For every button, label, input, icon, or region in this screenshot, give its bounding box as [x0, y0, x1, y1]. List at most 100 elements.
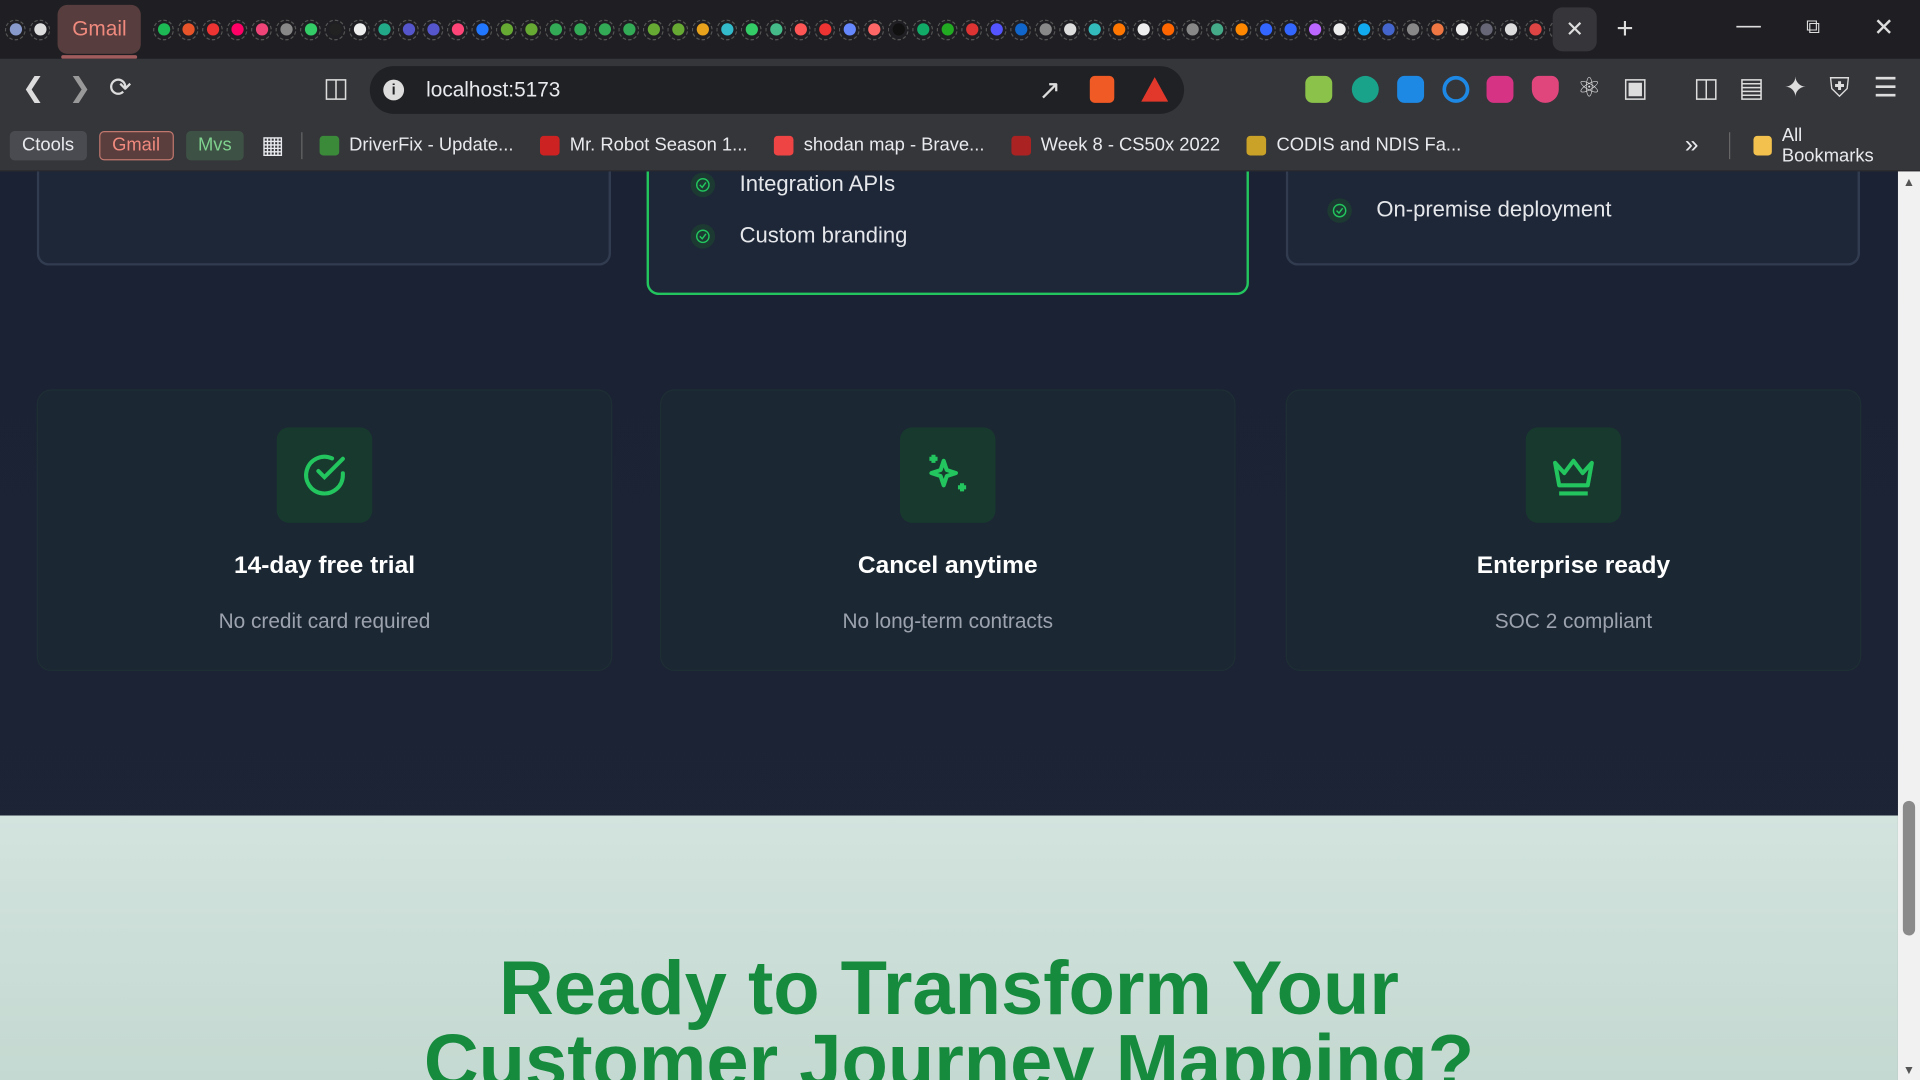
pinned-tab-icon[interactable] [1231, 18, 1252, 40]
pinned-tab-icon[interactable] [545, 18, 567, 40]
extensions-puzzle-icon[interactable]: ⚛ [1577, 73, 1601, 102]
pinned-tab-icon[interactable] [986, 18, 1008, 40]
bookmark-chip[interactable]: Mvs [185, 130, 244, 160]
pinned-tab-icon[interactable] [1035, 18, 1057, 40]
pinned-tab-icon[interactable] [1402, 18, 1424, 40]
restore-button[interactable]: ⧉ [1806, 17, 1820, 39]
pinned-tab-icon[interactable] [716, 18, 738, 40]
extension-chart-icon[interactable] [1305, 75, 1333, 103]
bookmark-item[interactable]: Week 8 - CS50x 2022 [1011, 135, 1220, 156]
pinned-tab-icon[interactable] [937, 18, 959, 40]
window-close-button[interactable]: ✕ [1873, 12, 1894, 43]
pinned-tab-icon[interactable] [961, 18, 983, 40]
url-text[interactable]: localhost:5173 [426, 78, 560, 102]
pinned-tab-icon[interactable] [276, 18, 297, 40]
tab-gmail[interactable]: Gmail [57, 4, 142, 59]
pinned-tab-icon[interactable] [153, 18, 175, 40]
pinned-tab-icon[interactable] [594, 18, 616, 40]
pinned-tab-icon[interactable] [202, 18, 224, 40]
extension-c-icon[interactable] [1442, 75, 1470, 103]
apps-grid-icon[interactable]: ▦ [261, 130, 284, 161]
bookmark-icon[interactable]: ◫ [323, 73, 348, 102]
pinned-tab-icon[interactable] [814, 18, 836, 40]
scrollbar[interactable]: ▲ ▼ [1897, 171, 1920, 1080]
extension-up-icon[interactable] [1351, 75, 1379, 103]
pinned-tab-icon[interactable] [839, 18, 861, 40]
pinned-tab-icon[interactable] [1182, 18, 1203, 40]
pinned-tab-icon[interactable] [324, 18, 346, 40]
pinned-tab-icon[interactable] [1304, 18, 1326, 40]
more-bookmarks-button[interactable]: » [1685, 131, 1699, 159]
bookmark-chip[interactable]: Ctools [9, 130, 87, 160]
pinned-tab-icon[interactable] [373, 18, 395, 40]
scroll-up-icon[interactable]: ▲ [1903, 176, 1915, 189]
menu-icon[interactable]: ☰ [1873, 73, 1897, 102]
pinned-tab-icon[interactable] [251, 18, 273, 40]
pinned-tab-icon[interactable] [1524, 18, 1546, 40]
scrollbar-thumb[interactable] [1902, 800, 1916, 936]
pinned-tab-icon[interactable] [643, 18, 665, 40]
pinned-tab-icon[interactable] [790, 18, 812, 40]
pinned-tab-icon[interactable] [1329, 18, 1350, 40]
pinned-tab-icon[interactable] [1476, 18, 1497, 40]
pinned-tab-icon[interactable] [1500, 18, 1522, 40]
new-tab-button[interactable]: + [1616, 12, 1633, 46]
pinned-tab-icon[interactable] [1427, 18, 1448, 40]
wallet-icon[interactable]: ▤ [1739, 73, 1764, 102]
site-info-icon[interactable]: i [383, 79, 405, 101]
brave-rewards-icon[interactable] [1141, 77, 1169, 102]
pinned-tab-icon[interactable] [398, 18, 420, 40]
screenshot-icon[interactable]: ▣ [1622, 73, 1647, 102]
bookmark-item[interactable]: Mr. Robot Season 1... [540, 135, 747, 156]
share-icon[interactable]: ↗ [1038, 75, 1061, 105]
extension-f-icon[interactable] [1486, 75, 1514, 103]
pinned-tab-icon[interactable] [1084, 18, 1105, 40]
pinned-tab-icon[interactable] [912, 18, 934, 40]
brave-shields-icon[interactable] [1089, 75, 1115, 103]
pinned-tab-icon[interactable] [1353, 18, 1375, 40]
pinned-tab-icon[interactable] [863, 18, 885, 40]
sidebar-icon[interactable]: ◫ [1693, 73, 1718, 102]
pinned-tab-icon[interactable] [349, 18, 371, 40]
pinned-tab-icon[interactable] [422, 18, 444, 40]
all-bookmarks-button[interactable]: All Bookmarks [1753, 124, 1893, 166]
pinned-tab-icon[interactable] [692, 18, 714, 40]
pinned-tab-icon[interactable] [471, 18, 493, 40]
pinned-tab-icon[interactable] [1010, 18, 1032, 40]
extension-rewind-icon[interactable] [1397, 75, 1425, 103]
pinned-tab-icon[interactable] [178, 18, 199, 40]
pinned-tab-icon[interactable] [1108, 18, 1130, 40]
minimize-button[interactable]: — [1736, 12, 1760, 40]
vpn-shield-icon[interactable]: ⛨ [1829, 73, 1849, 102]
pinned-tab-icon[interactable] [1133, 18, 1154, 40]
pinned-tab-icon[interactable] [520, 18, 542, 40]
scroll-down-icon[interactable]: ▼ [1903, 1064, 1915, 1077]
pinned-tab-icon[interactable] [765, 18, 787, 40]
leo-ai-icon[interactable]: ✦ [1784, 73, 1807, 102]
bookmark-item[interactable]: CODIS and NDIS Fa... [1247, 135, 1461, 156]
pinned-tab-icon[interactable] [569, 18, 591, 40]
pinned-tab-icon[interactable] [227, 18, 248, 40]
pinned-tab-icon[interactable] [496, 18, 518, 40]
back-icon[interactable]: ❮ [22, 73, 45, 102]
pinned-tab-icon[interactable] [1378, 18, 1399, 40]
bookmark-chip[interactable]: Gmail [98, 130, 174, 160]
pinned-tab-icon[interactable] [29, 18, 51, 40]
pinned-tab-icon[interactable] [1059, 18, 1081, 40]
pinned-tab-icon[interactable] [300, 18, 322, 40]
pinned-tab-icon[interactable] [1157, 18, 1179, 40]
pinned-tab-icon[interactable] [888, 18, 910, 40]
bookmark-item[interactable]: DriverFix - Update... [319, 135, 513, 156]
bookmark-item[interactable]: shodan map - Brave... [774, 135, 984, 156]
forward-icon[interactable]: ❯ [69, 73, 92, 102]
address-bar[interactable]: i localhost:5173 ↗ [369, 66, 1185, 114]
pinned-tab-icon[interactable] [667, 18, 689, 40]
pinned-tab-icon[interactable] [4, 18, 26, 40]
pinned-tab-icon[interactable] [1206, 18, 1228, 40]
pinned-tab-icon[interactable] [1255, 18, 1277, 40]
pinned-tab-icon[interactable] [447, 18, 469, 40]
close-tab-button[interactable]: ✕ [1552, 7, 1597, 52]
pinned-tab-icon[interactable] [1451, 18, 1473, 40]
pinned-tab-icon[interactable] [1280, 18, 1301, 40]
extension-ublock-icon[interactable] [1531, 75, 1559, 103]
